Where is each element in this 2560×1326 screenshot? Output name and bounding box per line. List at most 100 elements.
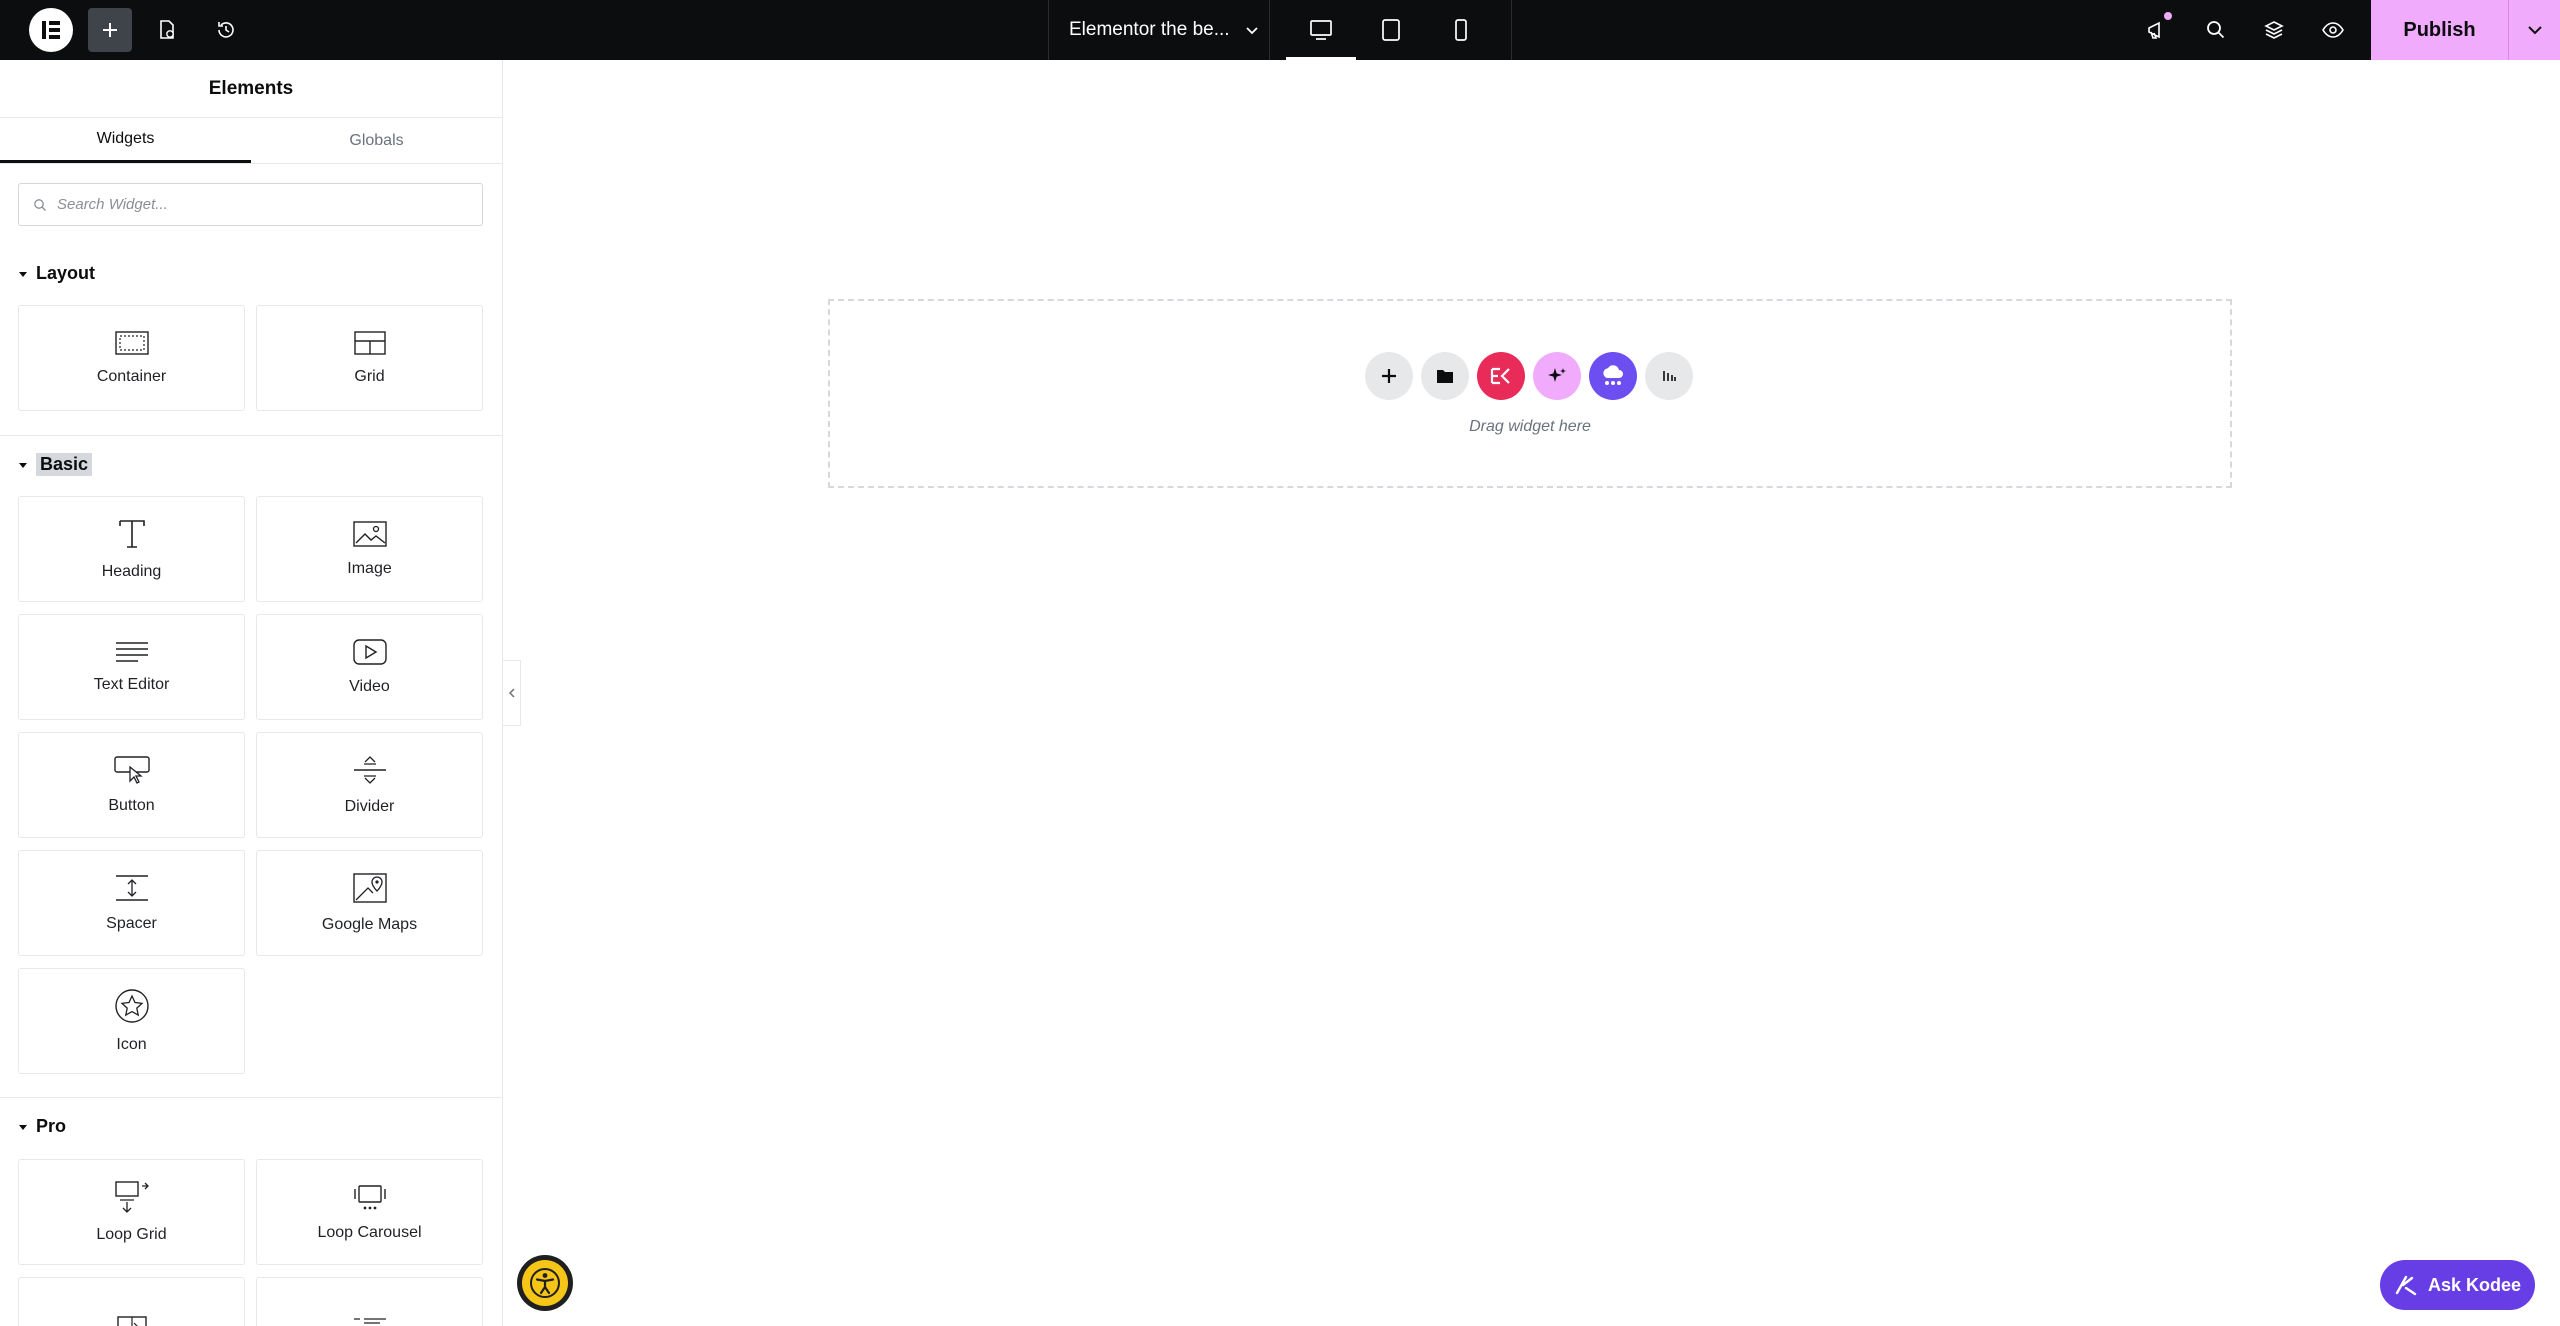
star-circle-icon <box>114 989 149 1023</box>
chevron-down-icon <box>2527 26 2542 35</box>
mobile-view-button[interactable] <box>1426 0 1496 60</box>
plus-icon <box>1382 369 1396 383</box>
eye-icon <box>2322 22 2344 38</box>
map-icon <box>352 873 387 903</box>
category-label: Layout <box>36 263 96 283</box>
sparkle-icon <box>1548 368 1566 382</box>
drop-zone-hint: Drag widget here <box>1469 418 1591 435</box>
add-container-button[interactable] <box>1365 352 1413 400</box>
megaphone-icon <box>2148 21 2160 39</box>
elementskit-icon <box>1490 367 1510 385</box>
finder-button[interactable] <box>2194 8 2238 52</box>
layers-icon <box>2264 21 2284 39</box>
search-input[interactable] <box>57 196 457 213</box>
document-title: Elementor the be... <box>1069 19 1230 40</box>
notification-dot <box>2164 12 2172 20</box>
widget-image[interactable]: Image <box>256 496 483 602</box>
loop-grid-icon <box>114 1181 149 1213</box>
list-icon <box>353 1318 386 1324</box>
tab-globals[interactable]: Globals <box>251 118 502 163</box>
add-element-button[interactable] <box>88 8 132 52</box>
kodee-icon <box>2395 1275 2417 1296</box>
tablet-view-button[interactable] <box>1356 0 1426 60</box>
add-template-button[interactable] <box>1421 352 1469 400</box>
cloud-icon <box>1603 365 1623 385</box>
container-icon <box>114 331 149 355</box>
spacer-icon <box>115 875 148 901</box>
structure-button[interactable] <box>2252 8 2296 52</box>
chevron-left-icon <box>508 688 515 698</box>
widget-button[interactable]: Button <box>18 732 245 838</box>
preview-button[interactable] <box>2311 8 2355 52</box>
drop-zone-actions <box>1365 352 1693 400</box>
widget-google-maps[interactable]: Google Maps <box>256 850 483 956</box>
panel-title: Elements <box>0 60 502 118</box>
divider-icon <box>353 756 386 784</box>
elementskit-button[interactable] <box>1477 352 1525 400</box>
category-label: Basic <box>36 453 93 476</box>
search-icon <box>2207 21 2225 39</box>
category-basic-toggle[interactable]: Basic <box>18 453 93 476</box>
widget-text-editor[interactable]: Text Editor <box>18 614 245 720</box>
bars-icon <box>1663 371 1676 381</box>
text-editor-icon <box>115 642 148 662</box>
heading-icon <box>118 520 145 548</box>
history-button[interactable] <box>204 8 248 52</box>
image-icon <box>352 521 387 547</box>
category-pro-toggle[interactable]: Pro <box>18 1116 66 1137</box>
template-icon <box>116 1316 147 1326</box>
widget-search <box>18 183 483 226</box>
ai-builder-button[interactable] <box>1533 352 1581 400</box>
category-divider <box>0 435 502 436</box>
elementor-logo-icon[interactable] <box>29 8 73 52</box>
widget-grid[interactable]: Grid <box>256 305 483 411</box>
extra-widget-button[interactable] <box>1645 352 1693 400</box>
category-layout-toggle[interactable]: Layout <box>18 263 95 284</box>
history-icon <box>218 22 234 38</box>
cloud-templates-button[interactable] <box>1589 352 1637 400</box>
grid-icon <box>353 331 386 355</box>
chevron-down-icon <box>1245 27 1258 35</box>
page-settings-icon <box>160 20 174 39</box>
widget-video[interactable]: Video <box>256 614 483 720</box>
button-icon <box>113 756 150 784</box>
widget-pro-next-2[interactable] <box>256 1277 483 1326</box>
loop-carousel-icon <box>353 1185 386 1210</box>
desktop-view-button[interactable] <box>1286 0 1356 60</box>
mobile-icon <box>1455 19 1467 41</box>
category-label: Pro <box>36 1116 67 1136</box>
widget-loop-grid[interactable]: Loop Grid <box>18 1159 245 1265</box>
caret-down-icon <box>19 1124 27 1130</box>
elements-panel: Elements Widgets Globals Layout Containe… <box>0 60 503 1326</box>
widget-pro-next[interactable] <box>18 1277 245 1326</box>
publish-options-button[interactable] <box>2508 0 2560 60</box>
ask-kodee-button[interactable]: Ask Kodee <box>2380 1260 2535 1310</box>
whats-new-button[interactable] <box>2135 8 2179 52</box>
widget-container[interactable]: Container <box>18 305 245 411</box>
page-settings-button[interactable] <box>145 8 189 52</box>
tablet-icon <box>1382 19 1400 41</box>
widget-spacer[interactable]: Spacer <box>18 850 245 956</box>
tab-widgets[interactable]: Widgets <box>0 118 251 163</box>
widget-divider[interactable]: Divider <box>256 732 483 838</box>
video-icon <box>352 639 387 665</box>
desktop-icon <box>1310 20 1332 40</box>
widget-icon[interactable]: Icon <box>18 968 245 1074</box>
accessibility-icon <box>522 1260 568 1306</box>
search-icon <box>34 198 46 211</box>
publish-button[interactable]: Publish <box>2371 0 2508 60</box>
widget-heading[interactable]: Heading <box>18 496 245 602</box>
panel-tabs: Widgets Globals <box>0 118 502 164</box>
ask-kodee-label: Ask Kodee <box>2427 1274 2522 1295</box>
device-divider <box>1511 0 1512 60</box>
accessibility-button[interactable] <box>517 1255 573 1311</box>
caret-down-icon <box>19 271 27 277</box>
top-bar: Elementor the be... Publish <box>0 0 2560 60</box>
caret-down-icon <box>19 462 27 468</box>
category-divider <box>0 1097 502 1098</box>
plus-icon <box>103 23 117 37</box>
document-title-dropdown[interactable]: Elementor the be... <box>1048 0 1270 60</box>
panel-collapse-button[interactable] <box>503 660 521 726</box>
folder-icon <box>1437 370 1453 383</box>
widget-loop-carousel[interactable]: Loop Carousel <box>256 1159 483 1265</box>
